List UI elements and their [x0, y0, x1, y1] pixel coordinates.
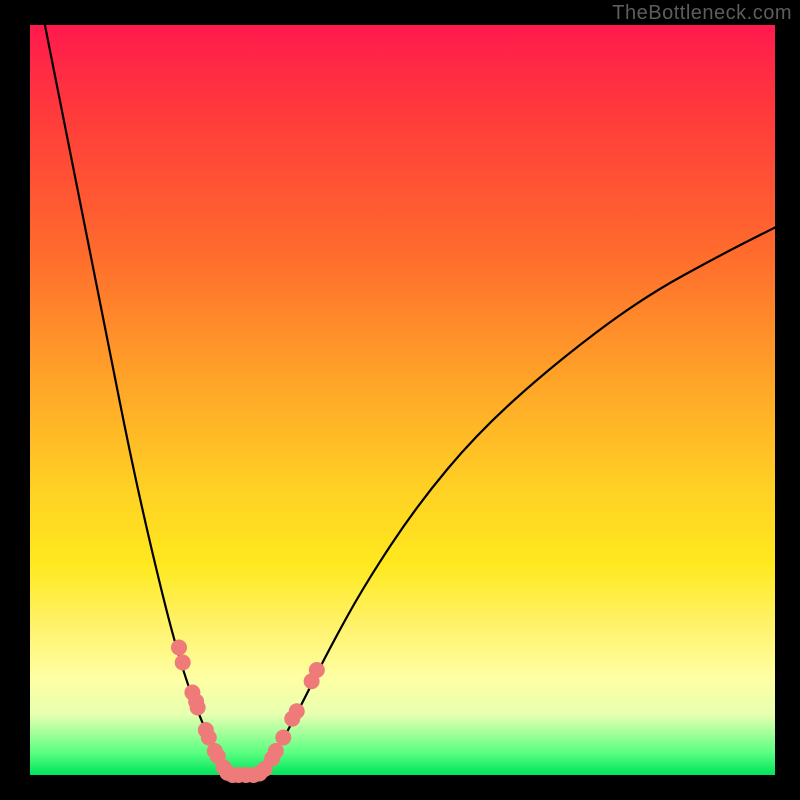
marker-dot	[171, 640, 187, 656]
marker-dot	[175, 655, 191, 671]
marker-dot	[289, 703, 305, 719]
marker-dot	[190, 700, 206, 716]
marker-group	[171, 640, 325, 784]
v-curve	[45, 25, 775, 775]
marker-dot	[268, 743, 284, 759]
marker-dot	[309, 662, 325, 678]
chart-frame: TheBottleneck.com	[0, 0, 800, 800]
plot-area	[30, 25, 775, 775]
watermark-text: TheBottleneck.com	[612, 2, 792, 25]
curve-svg	[30, 25, 775, 775]
marker-dot	[275, 730, 291, 746]
